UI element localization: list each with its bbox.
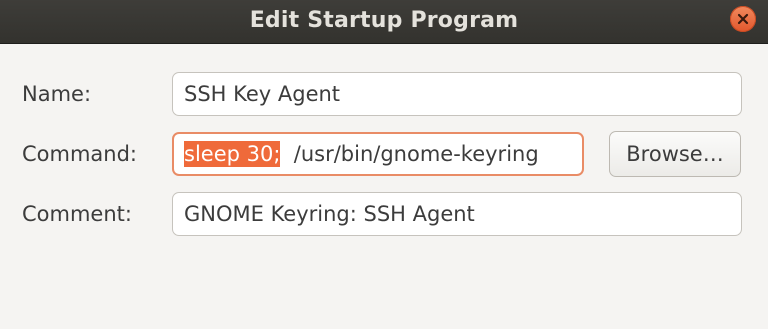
comment-row: Comment: GNOME Keyring: SSH Agent xyxy=(0,190,768,238)
title-bar: Edit Startup Program xyxy=(0,0,768,44)
close-button[interactable] xyxy=(730,6,756,32)
name-field[interactable]: SSH Key Agent xyxy=(172,72,742,116)
name-label: Name: xyxy=(22,82,92,106)
browse-button[interactable]: Browse… xyxy=(609,131,741,177)
command-row: Command: sleep 30; /usr/bin/gnome-keyrin… xyxy=(0,130,768,178)
comment-field[interactable]: GNOME Keyring: SSH Agent xyxy=(172,192,742,236)
window-title: Edit Startup Program xyxy=(249,8,519,33)
comment-label: Comment: xyxy=(22,202,132,226)
command-label: Command: xyxy=(22,142,138,166)
comment-value: GNOME Keyring: SSH Agent xyxy=(184,202,475,226)
edit-startup-program-dialog: Edit Startup Program Name: SSH Key Agent… xyxy=(0,0,768,329)
name-value: SSH Key Agent xyxy=(184,82,341,106)
command-selected-text: sleep 30; xyxy=(184,141,281,167)
close-icon xyxy=(737,13,749,25)
command-rest-text: /usr/bin/gnome-keyring xyxy=(280,142,539,166)
command-field[interactable]: sleep 30; /usr/bin/gnome-keyring xyxy=(172,132,584,176)
name-row: Name: SSH Key Agent xyxy=(0,70,768,118)
